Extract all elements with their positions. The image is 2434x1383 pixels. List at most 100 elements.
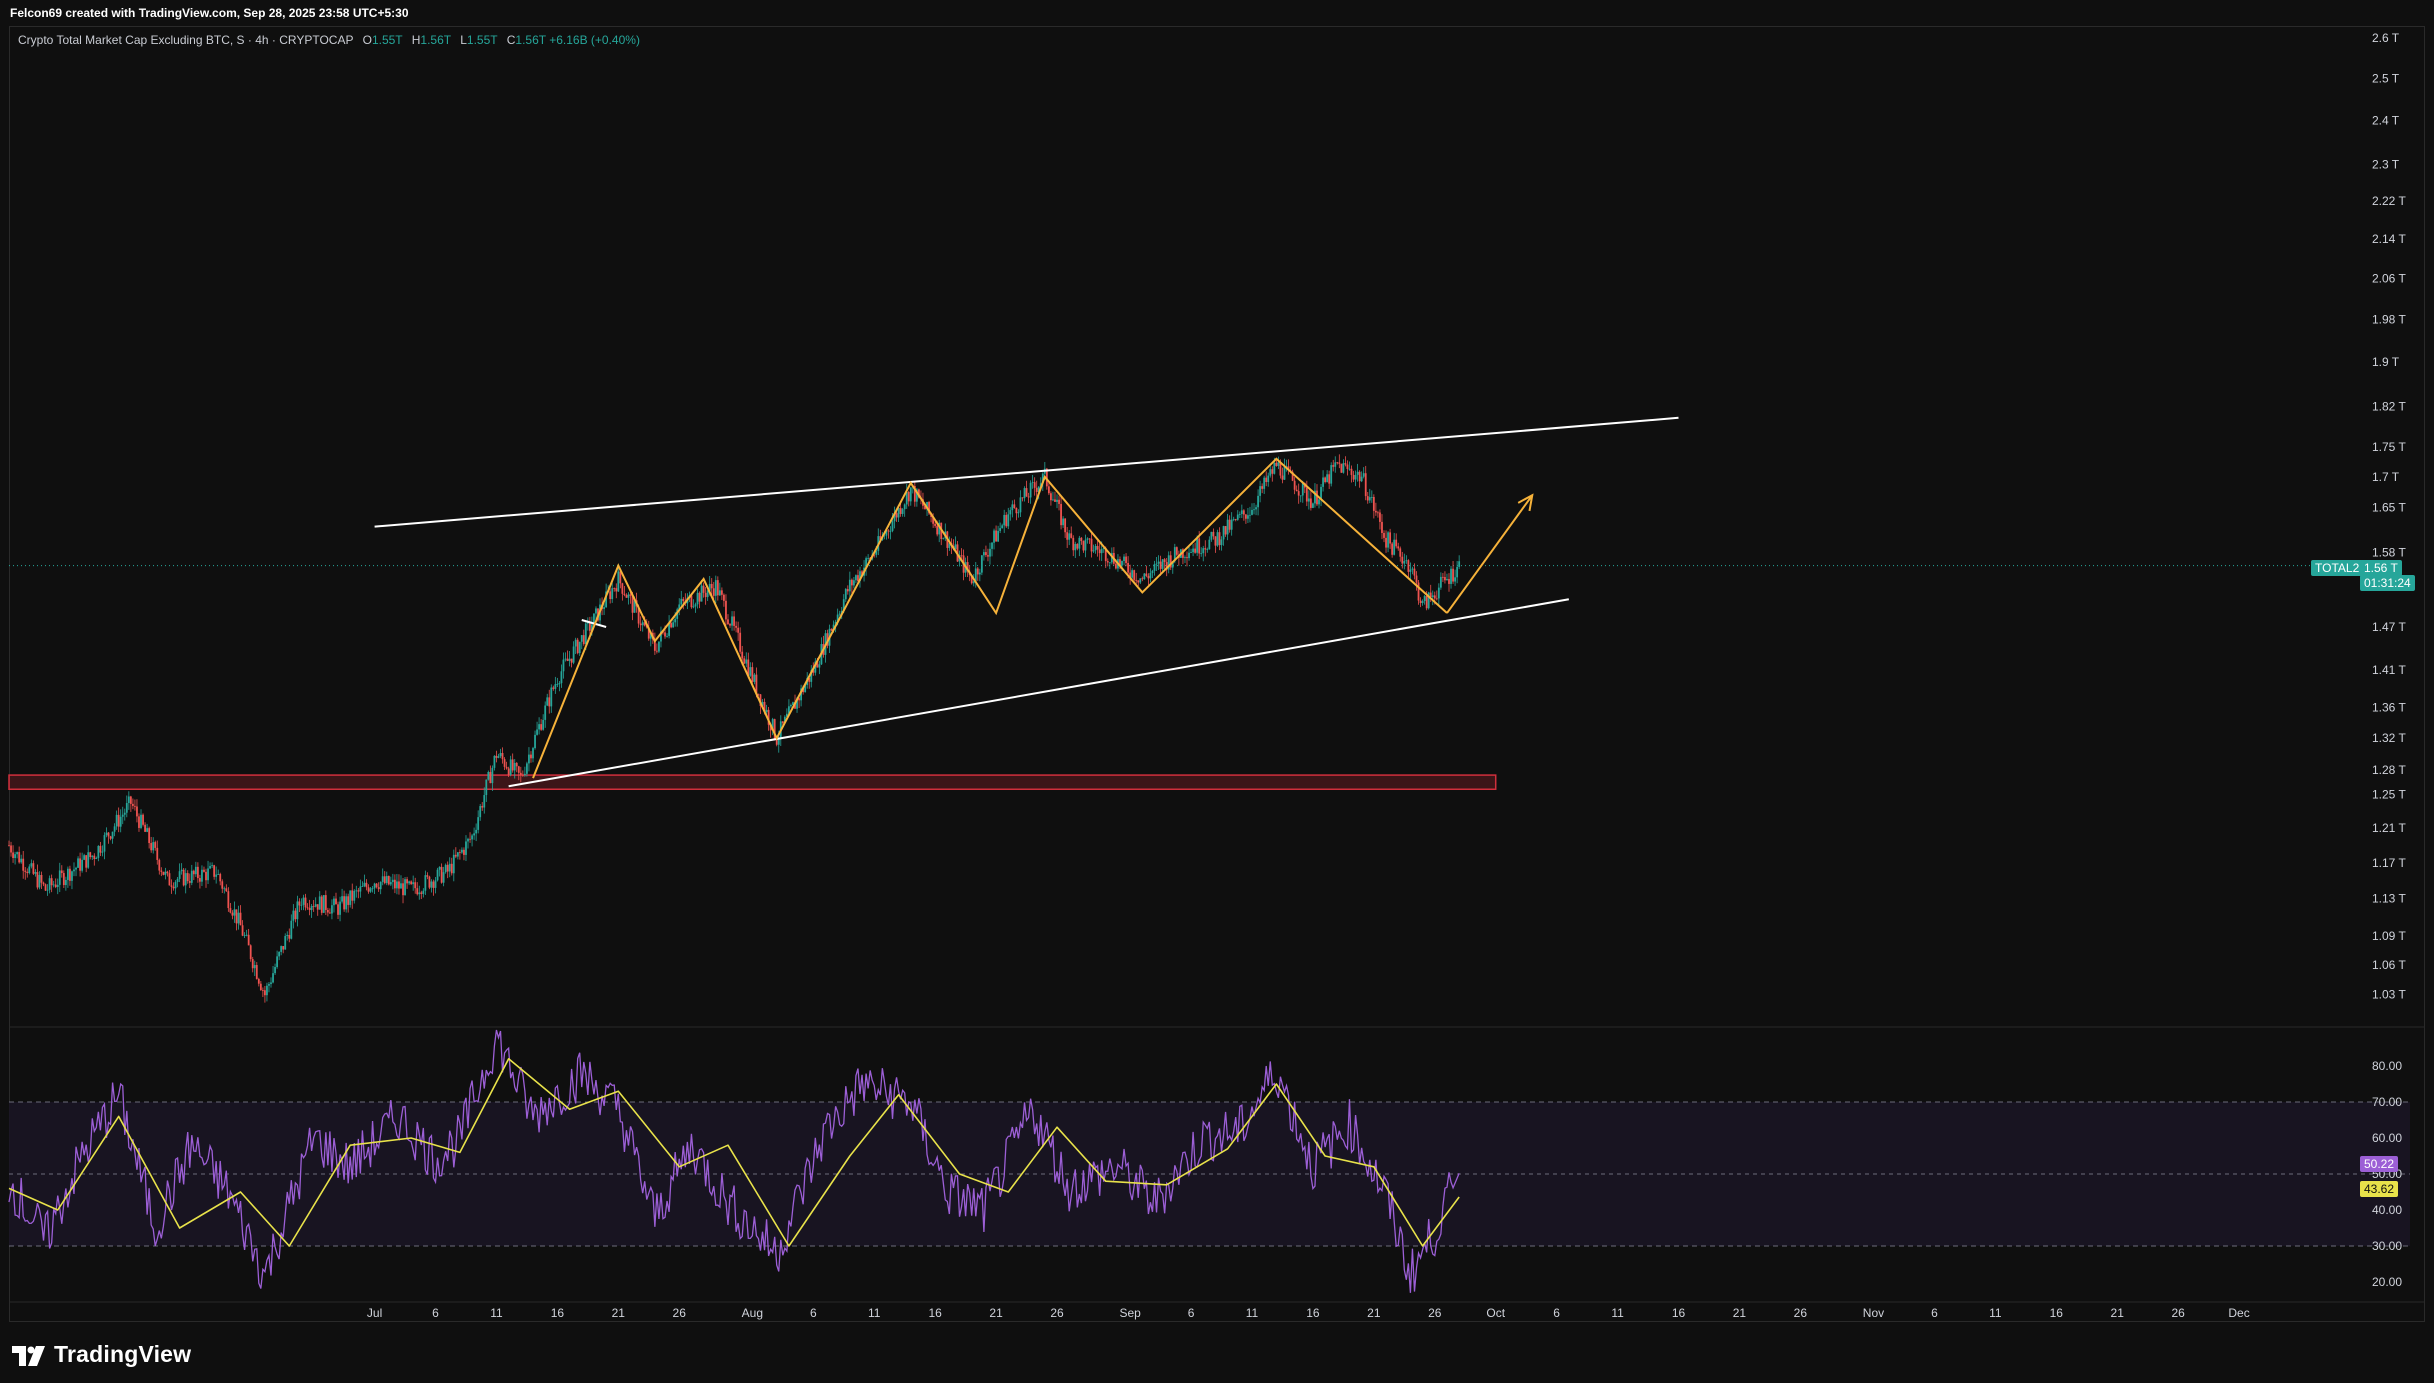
price-axis-tick: 1.36 T — [2372, 700, 2406, 714]
candle-body — [172, 886, 175, 889]
candle-body — [426, 875, 429, 877]
candle-body — [280, 946, 283, 952]
candle-body — [223, 888, 226, 890]
candle-body — [335, 898, 337, 905]
candle-body — [1155, 563, 1158, 565]
candle-body — [572, 646, 575, 663]
candle-body — [899, 507, 902, 514]
candle-body — [190, 870, 193, 883]
price-axis-tick: 1.58 T — [2372, 545, 2406, 559]
candle-body — [422, 890, 425, 894]
candle-body — [1297, 491, 1300, 496]
candle-body — [333, 898, 335, 906]
candle-body — [111, 831, 114, 839]
candle-body — [20, 858, 23, 863]
candle-body — [521, 774, 524, 776]
price-axis-tick: 1.21 T — [2372, 821, 2406, 835]
candle-body — [75, 867, 77, 870]
time-axis-tick: 16 — [551, 1306, 565, 1320]
candle-body — [337, 904, 339, 915]
support-zone — [8, 774, 1497, 791]
tradingview-logo[interactable]: TradingView — [12, 1341, 191, 1368]
candle-body — [566, 658, 569, 661]
candle-body — [1458, 561, 1461, 567]
candle-body — [1011, 504, 1014, 511]
candle-body — [576, 639, 579, 654]
candle-body — [1052, 499, 1054, 501]
candle-body — [1123, 556, 1125, 562]
candle-body — [213, 865, 216, 877]
candle-body — [1175, 547, 1178, 555]
price-axis-tick: 1.03 T — [2372, 987, 2406, 1001]
candle-body — [1330, 465, 1333, 484]
candle-body — [351, 890, 354, 901]
time-axis-tick: 6 — [1553, 1306, 1560, 1320]
candle-body — [544, 705, 547, 720]
candle-body — [1058, 499, 1060, 504]
price-axis-tick: 1.9 T — [2372, 355, 2400, 369]
candle-body — [1372, 497, 1375, 511]
candle-body — [1435, 598, 1438, 600]
candle-body — [568, 658, 571, 661]
candle-body — [564, 658, 567, 660]
candle-body — [538, 724, 540, 730]
candle-body — [481, 806, 484, 808]
candle-body — [1023, 488, 1026, 499]
candle-body — [196, 866, 199, 879]
candle-body — [479, 806, 482, 818]
candle-body — [1068, 533, 1071, 540]
candle-body — [550, 687, 553, 707]
candle-body — [1027, 496, 1030, 498]
candle-body — [1255, 507, 1257, 510]
rsi-axis-tick: 70.00 — [2372, 1095, 2402, 1109]
candle-body — [1312, 503, 1314, 508]
candle-body — [505, 766, 508, 769]
candle-body — [50, 878, 53, 886]
candle-body — [1153, 564, 1156, 571]
candle-body — [526, 763, 528, 774]
candle-body — [274, 967, 276, 974]
candle-body — [980, 555, 983, 573]
candle-body — [1247, 515, 1249, 519]
candle-body — [162, 871, 165, 875]
candle-body — [497, 756, 500, 758]
candle-body — [1090, 538, 1093, 552]
candle-body — [1184, 557, 1186, 558]
candle-body — [1395, 539, 1398, 547]
symbol-legend[interactable]: Crypto Total Market Cap Excluding BTC, S… — [18, 33, 640, 47]
price-axis-tick: 2.06 T — [2372, 271, 2406, 285]
candle-body — [192, 870, 195, 875]
candle-body — [1332, 465, 1335, 467]
candle-body — [1263, 477, 1266, 489]
legend-title[interactable]: Crypto Total Market Cap Excluding BTC, S… — [18, 33, 353, 47]
candle-body — [1192, 548, 1194, 553]
candle-body — [463, 849, 465, 855]
candle-body — [1265, 477, 1268, 483]
candle-body — [1393, 539, 1396, 555]
candle-body — [308, 907, 311, 911]
candle-body — [1249, 514, 1251, 516]
chart-canvas[interactable]: 2.6 T 2.5 T 2.4 T 2.3 T 2.22 T 2.14 T 2.06 T 1.… — [0, 0, 2434, 1383]
candle-body — [180, 869, 183, 872]
rsi-axis-tick: 20.00 — [2372, 1275, 2402, 1289]
candle-body — [731, 616, 733, 626]
candle-body — [266, 985, 268, 996]
candle-body — [621, 583, 624, 594]
candle-body — [188, 881, 191, 883]
candle-body — [696, 592, 699, 605]
time-axis-tick: Sep — [1119, 1306, 1141, 1320]
candle-body — [1257, 495, 1259, 508]
candle-body — [434, 880, 437, 888]
candle-body — [700, 585, 703, 602]
candle-body — [136, 806, 138, 817]
candle-body — [603, 607, 605, 609]
candle-body — [907, 492, 910, 502]
candle-body — [450, 863, 453, 874]
price-axis-tick: 1.25 T — [2372, 787, 2406, 801]
candle-body — [523, 773, 526, 776]
candle-body — [290, 920, 293, 939]
candle-body — [276, 956, 278, 968]
candlestick-series — [8, 454, 1461, 1003]
candle-body — [14, 854, 16, 858]
candle-body — [1208, 539, 1211, 550]
